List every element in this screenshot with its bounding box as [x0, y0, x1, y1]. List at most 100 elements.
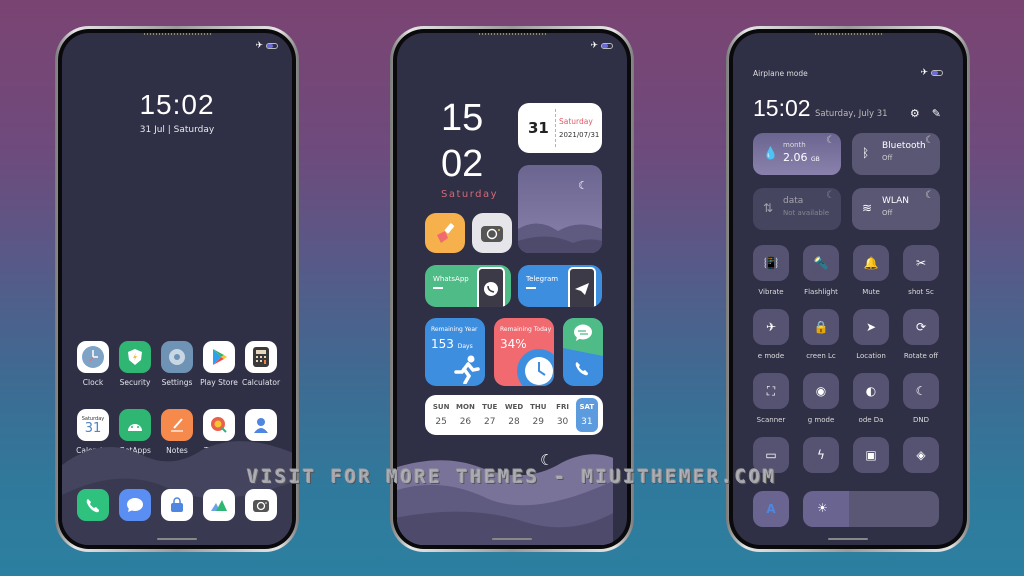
toggle-moon[interactable]: ☾ DND: [896, 373, 946, 424]
date-widget[interactable]: 31 Saturday 2021/07/31: [518, 103, 602, 153]
toggle-label: g mode: [807, 416, 835, 424]
app-label: Clock: [82, 378, 104, 387]
remaining-year-widget[interactable]: Remaining Year 153 Days: [425, 318, 485, 386]
toggle-vibrate[interactable]: 📳 Vibrate: [746, 245, 796, 296]
battery-icon: [601, 43, 613, 49]
moon-icon: ☾: [915, 384, 927, 398]
camera-icon[interactable]: [245, 489, 277, 521]
lock-icon: 🔒: [813, 320, 829, 334]
control-center-date: Saturday, July 31: [815, 109, 888, 119]
app-settings[interactable]: Settings: [156, 341, 198, 387]
week-day-date: 29: [532, 417, 544, 427]
remaining-today-widget[interactable]: Remaining Today 34%: [494, 318, 554, 386]
toggle-scanner[interactable]: ⛶ Scanner: [746, 373, 796, 424]
play-icon: [203, 341, 235, 373]
screenshot-icon: ✂: [915, 256, 927, 270]
battery-icon: [266, 43, 278, 49]
toggle-airplane[interactable]: ✈ e mode: [746, 309, 796, 360]
week-day-name: THU: [530, 403, 547, 411]
mobile-data-title: data: [783, 196, 804, 206]
week-day-date: 30: [556, 417, 569, 427]
settings-gear-icon[interactable]: ⚙: [910, 107, 920, 120]
widget-minute: 02: [441, 143, 484, 185]
brightness-slider[interactable]: ☀: [803, 491, 939, 527]
lock-bag-icon[interactable]: [161, 489, 193, 521]
toggle-screenshot[interactable]: ✂ shot Sc: [896, 245, 946, 296]
brush-icon: [437, 223, 455, 243]
week-day[interactable]: SAT 31: [575, 398, 598, 432]
water-drop-icon: 💧: [763, 146, 778, 160]
week-day[interactable]: TUE 27: [479, 398, 501, 432]
mobile-data-tile[interactable]: ⇅ data Not available ☾: [753, 188, 841, 230]
location-icon: ➤: [865, 320, 877, 334]
app-calculator[interactable]: Calculator: [240, 341, 282, 387]
moon-icon: ☾: [826, 190, 835, 201]
week-day[interactable]: FRI 30: [552, 398, 574, 432]
week-day-date: 25: [435, 417, 447, 427]
gallery-icon[interactable]: [203, 489, 235, 521]
app-play-store[interactable]: Play Store: [198, 341, 240, 387]
data-usage-tile[interactable]: 💧 month 2.06 GB ☾: [753, 133, 841, 175]
data-usage-value: 2.06: [783, 151, 808, 164]
week-day-name: MON: [456, 403, 475, 411]
shield-icon: [119, 341, 151, 373]
week-day-date: 31: [581, 417, 593, 427]
data-usage-title: month: [783, 141, 806, 149]
gear-icon: [161, 341, 193, 373]
toggle-label: e mode: [757, 352, 785, 360]
week-day[interactable]: MON 26: [454, 398, 476, 432]
mobile-data-status: Not available: [783, 209, 830, 217]
rotate-lock-icon: ⟳: [915, 320, 927, 334]
cleaner-app[interactable]: [425, 213, 465, 253]
wlan-tile[interactable]: ≋ WLAN Off ☾: [852, 188, 940, 230]
message-icon[interactable]: [119, 489, 151, 521]
telegram-widget[interactable]: Telegram: [518, 265, 602, 307]
whatsapp-widget[interactable]: WhatsApp: [425, 265, 511, 307]
week-day[interactable]: THU 29: [527, 398, 549, 432]
airplane-icon: ✈: [765, 320, 777, 334]
date-widget-date: 2021/07/31: [559, 131, 600, 139]
week-calendar-widget[interactable]: SUN 25 MON 26 TUE 27 WED 28 THU 29 FRI 30 SAT 31: [425, 395, 603, 435]
eye-icon: ◉: [815, 384, 827, 398]
phone-icon: [575, 362, 588, 376]
camera-app[interactable]: [472, 213, 512, 253]
toggle-label: Scanner: [756, 416, 786, 424]
toggle-dark-mode[interactable]: ◐ ode Da: [846, 373, 896, 424]
clock-date: 31 Jul | Saturday: [139, 125, 215, 135]
moon-icon: ☾: [578, 179, 588, 192]
app-label: Settings: [161, 378, 193, 387]
communication-widget[interactable]: [563, 318, 603, 386]
lightning-icon: ϟ: [817, 448, 825, 462]
toggle-label: creen Lc: [806, 352, 836, 360]
phone-icon[interactable]: [77, 489, 109, 521]
bluetooth-tile[interactable]: ᛒ Bluetooth Off ☾: [852, 133, 940, 175]
watermark-text: VISIT FOR MORE THEMES - MIUITHEMER.COM: [247, 466, 777, 488]
toggle-flashlight[interactable]: 🔦 Flashlight: [796, 245, 846, 296]
app-clock[interactable]: Clock: [72, 341, 114, 387]
toggle-rotate-lock[interactable]: ⟳ Rotate off: [896, 309, 946, 360]
auto-brightness-icon[interactable]: A: [753, 491, 789, 527]
moon-icon: ☾: [925, 135, 934, 146]
clock-icon: [77, 341, 109, 373]
remaining-today-value: 34: [500, 337, 516, 351]
toggle-eye[interactable]: ◉ g mode: [796, 373, 846, 424]
landscape-widget[interactable]: ☾: [518, 165, 602, 253]
week-day[interactable]: SUN 25: [430, 398, 452, 432]
toggle-label: Vibrate: [758, 288, 784, 296]
message-icon: [574, 324, 592, 341]
date-widget-weekday: Saturday: [559, 117, 593, 126]
vibrate-icon: 📳: [763, 256, 779, 270]
toggle-bell[interactable]: 🔔 Mute: [846, 245, 896, 296]
airplane-icon: ✈: [920, 68, 928, 78]
dark-mode-icon: ◐: [865, 384, 877, 398]
toggle-label: Flashlight: [804, 288, 838, 296]
mobile-data-icon: ⇅: [763, 201, 774, 215]
edit-icon[interactable]: ✎: [932, 107, 941, 120]
app-security[interactable]: Security: [114, 341, 156, 387]
toggle-location[interactable]: ➤ Location: [846, 309, 896, 360]
battery-saver-icon: ▭: [765, 448, 777, 462]
week-day[interactable]: WED 28: [503, 398, 525, 432]
toggle-lock[interactable]: 🔒 creen Lc: [796, 309, 846, 360]
week-day-date: 28: [508, 417, 520, 427]
flashlight-icon: 🔦: [813, 256, 829, 270]
